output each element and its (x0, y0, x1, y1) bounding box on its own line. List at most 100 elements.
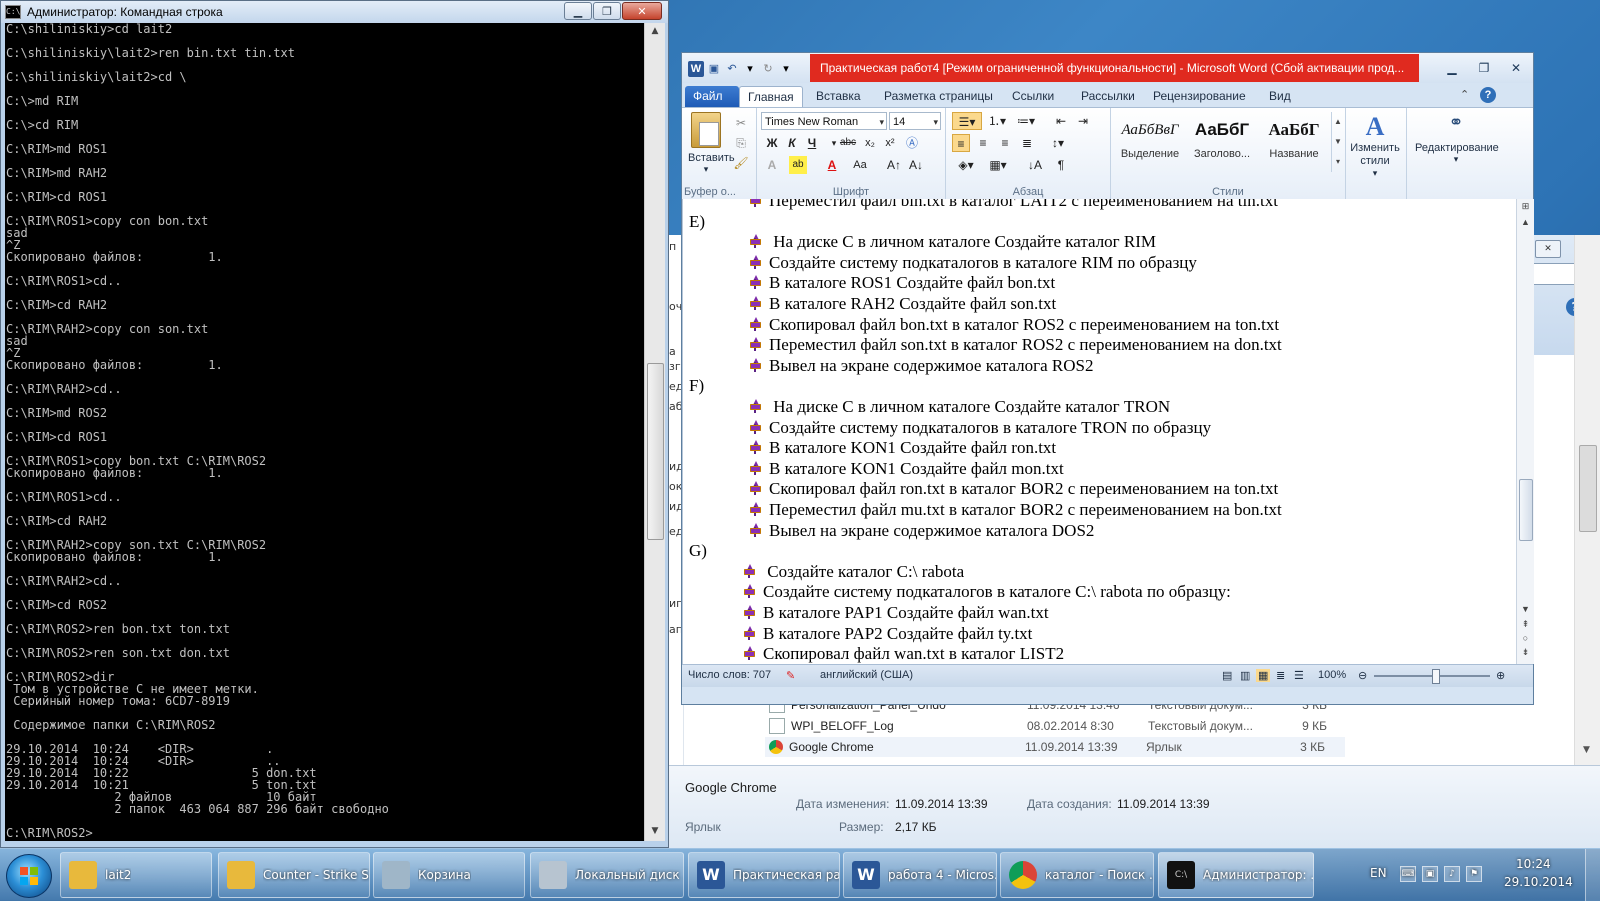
file-row[interactable]: Google Chrome 11.09.2014 13:39 Ярлык 3 КБ (765, 737, 1345, 757)
cmd-titlebar[interactable]: C:\ Администратор: Командная строка ▁ ❐ … (1, 1, 668, 23)
ruler-toggle-icon[interactable]: ⊞ (1517, 201, 1534, 212)
bullets-icon[interactable]: ☰▾ (952, 112, 982, 130)
highlight-icon[interactable]: ab (789, 156, 807, 174)
change-styles-button[interactable]: A Изменить стили ▾ (1346, 112, 1404, 179)
style-heading[interactable]: АаБбГ Заголово... (1187, 112, 1257, 172)
help-icon[interactable]: ? (1480, 87, 1496, 103)
numbering-icon[interactable]: ⒈▾ (984, 112, 1010, 130)
word-logo-icon[interactable]: W (688, 61, 704, 77)
bold-icon[interactable]: Ж (763, 134, 781, 152)
prev-page-icon[interactable]: ⇞ (1517, 619, 1534, 630)
clear-format-icon[interactable]: Ⓐ (903, 134, 921, 152)
zoom-slider-handle[interactable] (1432, 669, 1440, 684)
clock-date[interactable]: 29.10.2014 (1504, 875, 1573, 889)
taskbar-item[interactable]: Wработа 4 - Micros... (843, 852, 997, 898)
zoom-in-icon[interactable]: ⊕ (1496, 669, 1505, 682)
paste-button[interactable]: Вставить ▾ (688, 112, 735, 175)
sort-icon[interactable]: ↓A (1026, 156, 1044, 174)
taskbar-item[interactable]: C:\ Администратор: ... (1158, 852, 1314, 898)
web-layout-icon[interactable]: ▦ (1256, 669, 1271, 682)
superscript-icon[interactable]: x² (881, 134, 899, 152)
redo-icon[interactable]: ↻ (760, 61, 776, 77)
text-effects-icon[interactable]: A (763, 156, 781, 174)
font-size-select[interactable]: 14 (889, 112, 941, 131)
close-button[interactable]: ✕ (622, 2, 662, 20)
cmd-window[interactable]: C:\ Администратор: Командная строка ▁ ❐ … (0, 0, 669, 848)
document-page[interactable]: Переместил файл bin.txt в каталог LAIT2 … (682, 199, 1517, 664)
style-title[interactable]: АаБбГ Название (1259, 112, 1329, 172)
browse-object-icon[interactable]: ○ (1517, 633, 1534, 643)
explorer-close-button[interactable]: ✕ (1535, 240, 1561, 258)
full-screen-reading-icon[interactable]: ▥ (1240, 669, 1250, 682)
scroll-down-arrow-icon[interactable]: ▼ (645, 823, 665, 840)
tab-references[interactable]: Ссылки (1004, 86, 1062, 107)
explorer-scrollbar[interactable]: ▼ (1574, 235, 1600, 765)
tab-review[interactable]: Рецензирование (1145, 86, 1254, 107)
scroll-up-arrow-icon[interactable]: ▲ (1517, 217, 1534, 227)
style-emphasis[interactable]: АаБбВвГ Выделение (1115, 112, 1185, 172)
word-count[interactable]: Число слов: 707 (688, 669, 771, 681)
scroll-down-arrow-icon[interactable]: ▼ (1517, 604, 1534, 614)
file-row[interactable]: WPI_BELOFF_Log 08.02.2014 8:30 Текстовый д… (765, 716, 1345, 736)
collapse-ribbon-icon[interactable]: ⌃ (1460, 88, 1469, 101)
print-layout-icon[interactable]: ▤ (1222, 669, 1232, 682)
taskbar-item[interactable]: Counter - Strike S... (218, 852, 370, 898)
document-scrollbar[interactable]: ⊞ ▲ ▼ ⇞ ○ ⇟ (1516, 199, 1534, 664)
multilevel-list-icon[interactable]: ≔▾ (1012, 112, 1040, 130)
zoom-out-icon[interactable]: ⊖ (1358, 669, 1367, 682)
next-page-icon[interactable]: ⇟ (1517, 647, 1534, 658)
shrink-font-icon[interactable]: A↓ (907, 156, 925, 174)
clock-time[interactable]: 10:24 (1516, 857, 1551, 871)
network-icon[interactable]: ▣ (1422, 866, 1438, 882)
maximize-button[interactable]: ❐ (593, 2, 621, 20)
italic-icon[interactable]: К (783, 134, 801, 152)
subscript-icon[interactable]: x₂ (861, 134, 879, 152)
align-center-icon[interactable]: ≡ (974, 134, 992, 152)
show-desktop-button[interactable] (1585, 849, 1600, 901)
nav-item[interactable]: п (669, 240, 676, 253)
outline-icon[interactable]: ≣ (1276, 669, 1285, 682)
taskbar-item[interactable]: каталог - Поиск ... (1000, 852, 1154, 898)
taskbar-item[interactable]: Корзина (373, 852, 525, 898)
taskbar-item[interactable]: Локальный диск ... (530, 852, 684, 898)
keyboard-icon[interactable]: ⌨ (1400, 866, 1416, 882)
nav-item[interactable]: а (669, 345, 676, 358)
language-indicator[interactable]: EN (1370, 866, 1387, 880)
minimize-button[interactable]: ▁ (564, 2, 592, 20)
language-status[interactable]: английский (США) (820, 669, 913, 681)
borders-icon[interactable]: ▦▾ (984, 156, 1012, 174)
zoom-slider[interactable] (1374, 669, 1490, 684)
taskbar-item[interactable]: W Практическая ра... (688, 852, 840, 898)
shading-icon[interactable]: ◈▾ (952, 156, 980, 174)
explorer-scroll-thumb[interactable] (1579, 445, 1597, 532)
draft-icon[interactable]: ☰ (1294, 669, 1304, 682)
save-icon[interactable]: ▣ (706, 61, 722, 77)
flag-icon[interactable]: ⚑ (1466, 866, 1482, 882)
tab-home[interactable]: Главная (739, 86, 803, 108)
copy-icon[interactable]: ⎘ (732, 134, 750, 152)
scroll-down-arrow-icon[interactable]: ▼ (1583, 745, 1590, 755)
align-left-icon[interactable]: ≡ (952, 134, 970, 152)
editing-button[interactable]: ⚭ Редактирование ▾ (1415, 112, 1499, 165)
document-scroll-thumb[interactable] (1519, 479, 1533, 541)
tab-mailings[interactable]: Рассылки (1073, 86, 1143, 107)
chevron-down-icon[interactable]: ▾ (742, 61, 758, 77)
word-window[interactable]: W ▣ ↶ ▾ ↻ ▾ Практическая работ4 [Режим о… (681, 52, 1534, 705)
decrease-indent-icon[interactable]: ⇤ (1052, 112, 1070, 130)
scroll-up-arrow-icon[interactable]: ▲ (645, 23, 665, 40)
customize-qat-icon[interactable]: ▾ (778, 61, 794, 77)
taskbar-item[interactable]: lait2 (60, 852, 212, 898)
increase-indent-icon[interactable]: ⇥ (1074, 112, 1092, 130)
underline-icon[interactable]: Ч (803, 134, 821, 152)
maximize-button[interactable]: ❐ (1471, 59, 1497, 77)
spellcheck-icon[interactable]: ✎ (786, 669, 795, 682)
cmd-console[interactable]: C:\shiliniskiy>cd lait2 C:\shiliniskiy\l… (5, 23, 644, 841)
justify-icon[interactable]: ≣ (1018, 134, 1036, 152)
minimize-button[interactable]: ▁ (1439, 59, 1465, 77)
start-button[interactable] (6, 854, 52, 898)
tab-file[interactable]: Файл (685, 86, 739, 107)
close-button[interactable]: ✕ (1503, 59, 1529, 77)
tab-page-layout[interactable]: Разметка страницы (876, 86, 1001, 107)
cut-icon[interactable]: ✂ (732, 114, 750, 132)
strikethrough-icon[interactable]: abc (839, 134, 857, 152)
